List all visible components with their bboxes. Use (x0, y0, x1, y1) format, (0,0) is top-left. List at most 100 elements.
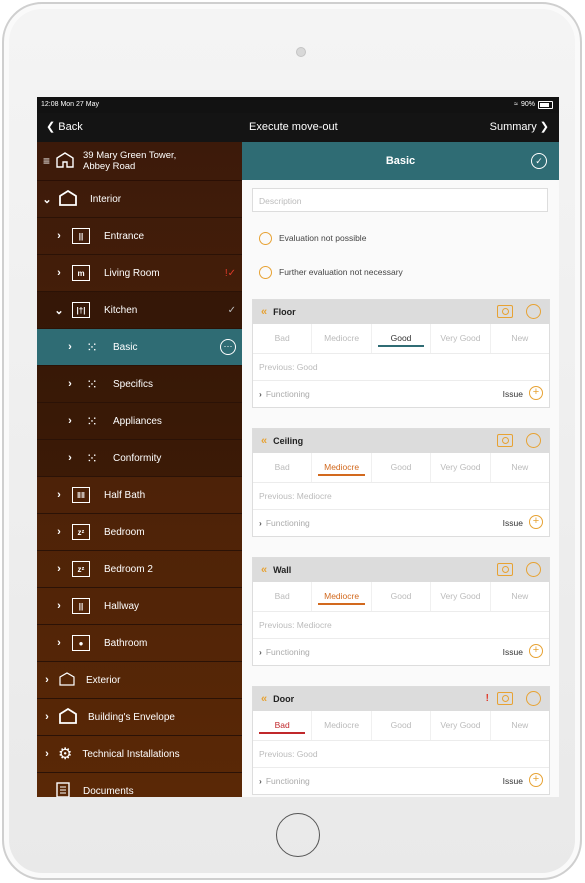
sidebar-item-hallway[interactable]: › || Hallway (37, 588, 242, 625)
back-button[interactable]: ❮ Back (46, 113, 83, 142)
chevron-right-icon: › (68, 378, 72, 390)
add-issue-icon[interactable]: + (529, 386, 543, 400)
card-header[interactable]: « Ceiling (253, 429, 549, 453)
chevron-right-icon: › (45, 674, 49, 686)
sidebar-item-bedroom[interactable]: › zᶻ Bedroom (37, 514, 242, 551)
card-header[interactable]: « Floor (253, 300, 549, 324)
check-circle-icon[interactable]: ✓ (531, 153, 547, 169)
rating-good[interactable]: Good (372, 324, 432, 353)
house-outline-icon (58, 671, 76, 689)
summary-button[interactable]: Summary ❯ (490, 113, 549, 142)
issue-label: Issue (502, 647, 523, 657)
camera-icon[interactable] (497, 305, 513, 318)
rating-mediocre[interactable]: Mediocre (312, 453, 372, 482)
status-circle-icon[interactable] (526, 433, 541, 448)
hamburger-icon[interactable]: ≡ (43, 154, 50, 168)
sidebar-item-buildings-envelope[interactable]: › Building's Envelope (37, 699, 242, 736)
sidebar-item-basic[interactable]: › ⁙ Basic ⋯ (37, 329, 242, 366)
rating-new[interactable]: New (491, 711, 549, 740)
status-right: ≈ 90% (514, 97, 553, 113)
functioning-row[interactable]: › Functioning Issue + (253, 768, 549, 794)
status-bar: 12:08 Mon 27 May ≈ 90% (37, 97, 559, 113)
functioning-row[interactable]: › Functioning Issue + (253, 639, 549, 665)
more-options-icon[interactable]: ⋯ (220, 339, 236, 355)
sidebar-item-half-bath[interactable]: › ǁǁ Half Bath (37, 477, 242, 514)
sidebar-item-label: Specifics (113, 378, 154, 390)
rating-bad[interactable]: Bad (253, 711, 313, 740)
dots-cluster-icon: ⁙ (86, 375, 98, 392)
sidebar-item-bathroom[interactable]: › ● Bathroom (37, 625, 242, 662)
sidebar-item-label: Interior (90, 193, 122, 205)
rating-mediocre[interactable]: Mediocre (312, 582, 372, 611)
sidebar-item-living-room[interactable]: › m Living Room !✓ (37, 255, 242, 292)
rating-new[interactable]: New (491, 582, 549, 611)
card-header[interactable]: « Door ! (253, 687, 549, 711)
sidebar-item-documents[interactable]: Documents (37, 773, 242, 797)
chevron-right-icon: › (259, 389, 262, 399)
camera-icon[interactable] (497, 434, 513, 447)
card-header[interactable]: « Wall (253, 558, 549, 582)
rating-very-good[interactable]: Very Good (431, 324, 491, 353)
rating-mediocre[interactable]: Mediocre (312, 324, 372, 353)
camera-icon[interactable] (497, 563, 513, 576)
add-issue-icon[interactable]: + (529, 515, 543, 529)
camera-dot (296, 47, 306, 57)
functioning-row[interactable]: › Functioning Issue + (253, 510, 549, 536)
rating-good[interactable]: Good (372, 453, 432, 482)
card-title: Door (273, 694, 295, 704)
sidebar-item-label: Bedroom 2 (104, 563, 153, 575)
camera-icon[interactable] (497, 692, 513, 705)
rating-mediocre[interactable]: Mediocre (312, 711, 372, 740)
collapse-icon[interactable]: « (261, 306, 267, 318)
sidebar-item-appliances[interactable]: › ⁙ Appliances (37, 403, 242, 440)
sidebar-item-exterior[interactable]: › Exterior (37, 662, 242, 699)
nav-bar: ❮ Back Execute move-out Summary ❯ (37, 113, 559, 142)
add-issue-icon[interactable]: + (529, 773, 543, 787)
rating-very-good[interactable]: Very Good (431, 453, 491, 482)
sidebar-header[interactable]: ≡ 39 Mary Green Tower, Abbey Road (37, 142, 242, 181)
rating-very-good[interactable]: Very Good (431, 711, 491, 740)
sidebar-item-conformity[interactable]: › ⁙ Conformity (37, 440, 242, 477)
sidebar-item-label: Technical Installations (82, 748, 180, 760)
sidebar-item-label: Exterior (86, 674, 121, 686)
rating-new[interactable]: New (491, 453, 549, 482)
chevron-down-icon: ⌄ (42, 193, 52, 206)
add-issue-icon[interactable]: + (529, 644, 543, 658)
card-door: «Door ! Bad Mediocre Good Very Good New … (252, 686, 550, 795)
radio-circle-icon[interactable] (259, 265, 272, 279)
home-button[interactable] (276, 813, 320, 857)
collapse-icon[interactable]: « (261, 564, 267, 576)
rating-good[interactable]: Good (372, 711, 432, 740)
option-further-evaluation[interactable]: Further evaluation not necessary (259, 264, 403, 280)
rating-bad[interactable]: Bad (253, 582, 313, 611)
card-wall: « Wall Bad Mediocre Good Very Good New Pr… (252, 557, 550, 666)
rating-bad[interactable]: Bad (253, 453, 313, 482)
rating-new[interactable]: New (491, 324, 549, 353)
rating-bad[interactable]: Bad (253, 324, 313, 353)
radio-circle-icon[interactable] (259, 231, 272, 245)
chevron-right-icon: › (68, 341, 72, 353)
collapse-icon[interactable]: « (261, 435, 267, 447)
collapse-icon[interactable]: « (261, 693, 267, 705)
status-circle-icon[interactable] (526, 691, 541, 706)
rating-very-good[interactable]: Very Good (431, 582, 491, 611)
sidebar-item-interior[interactable]: ⌄ Interior (37, 181, 242, 218)
sidebar-item-kitchen[interactable]: ⌄ |†| Kitchen ✓ (37, 292, 242, 329)
description-field[interactable]: Description (252, 188, 548, 212)
dots-cluster-icon: ⁙ (86, 338, 98, 355)
sidebar-item-bedroom-2[interactable]: › zᶻ Bedroom 2 (37, 551, 242, 588)
status-circle-icon[interactable] (526, 304, 541, 319)
sofa-icon: m (72, 265, 90, 281)
rating-good[interactable]: Good (372, 582, 432, 611)
rating-bar: Bad Mediocre Good Very Good New (253, 582, 549, 612)
issue-label: Issue (502, 389, 523, 399)
functioning-row[interactable]: › Functioning Issue + (253, 381, 549, 407)
sidebar-item-technical-installations[interactable]: › ⚙ Technical Installations (37, 736, 242, 773)
screen: 12:08 Mon 27 May ≈ 90% ❮ Back Execute mo… (37, 97, 559, 797)
status-circle-icon[interactable] (526, 562, 541, 577)
option-evaluation-not-possible[interactable]: Evaluation not possible (259, 230, 366, 246)
sidebar-item-entrance[interactable]: › || Entrance (37, 218, 242, 255)
chevron-right-icon: › (57, 563, 61, 575)
sidebar-item-specifics[interactable]: › ⁙ Specifics (37, 366, 242, 403)
bed-icon: zᶻ (72, 524, 90, 540)
